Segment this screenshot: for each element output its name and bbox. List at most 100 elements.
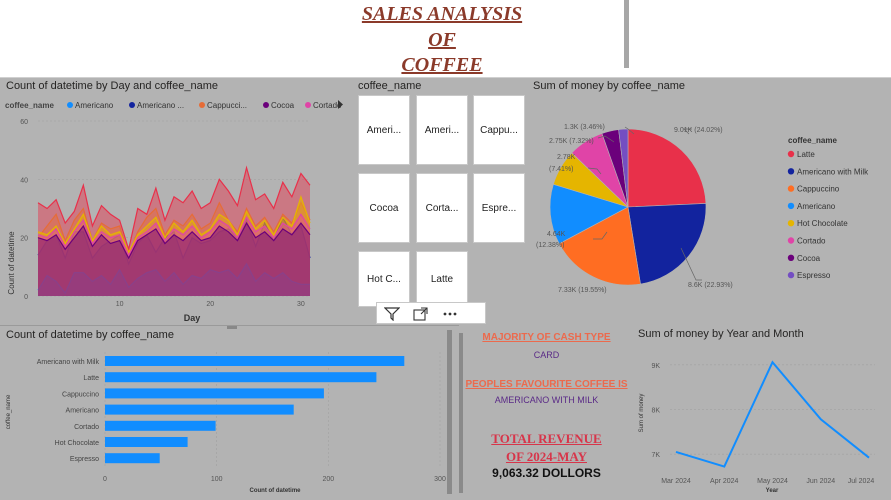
pie-legend-marker — [787, 202, 795, 210]
pie-legend-marker — [787, 185, 795, 192]
pie-legend-item: Cocoa — [797, 254, 821, 263]
area-ytick: 0 — [24, 294, 28, 301]
focus-mode-icon[interactable] — [413, 307, 429, 321]
line-chart[interactable]: 7K 8K 9K Mar 2024 Apr 2024 May 2024 Jun 2024 Ju… — [634, 325, 891, 500]
area-ytick: 20 — [20, 236, 28, 243]
pie-legend-marker — [787, 271, 795, 279]
area-xtick: 30 — [297, 301, 305, 308]
pie-label-latte: 9.01K (24.02%) — [674, 127, 723, 134]
bar-category-label: Americano — [66, 408, 100, 415]
line-ytick: 8K — [651, 408, 660, 415]
line-chart-visual[interactable]: Sum of money by Year and Month 7K 8K 9K Mar… — [634, 325, 891, 500]
report-title-line-1: SALES ANALYSIS — [361, 3, 523, 25]
bar-americano-with-milk — [105, 356, 405, 366]
bar-category-label: Cappuccino — [62, 391, 99, 398]
revenue-heading-line-2: OF 2024-MAY — [505, 449, 587, 464]
bar-scrollbar[interactable] — [447, 330, 452, 494]
pie-legend-item: Hot Chocolate — [797, 219, 848, 228]
report-title-line-3: COFFEE — [401, 54, 483, 76]
bar-xlabel: Count of datetime — [250, 488, 302, 494]
line-xlabel: Year — [766, 488, 779, 494]
bar-chart-visual[interactable]: Count of datetime by coffee_name 0 100 200… — [0, 325, 459, 500]
bar-cortado — [105, 420, 216, 431]
area-legend-item: Cortado — [313, 101, 342, 110]
pie-label-americano-value: 4.64K — [547, 231, 566, 238]
area-legend: Americano Americano ... Cappucci... Cocoa Co… — [67, 101, 342, 110]
bar-xtick: 100 — [211, 476, 223, 483]
line-xtick: May 2024 — [757, 478, 788, 485]
bar-series — [105, 356, 405, 464]
line-ytick: 9K — [651, 363, 660, 370]
favourite-coffee-value: AMERICANO WITH MILK — [494, 395, 599, 405]
pie-slice-americano-with-milk — [627, 203, 707, 285]
more-options-icon[interactable] — [442, 307, 458, 321]
area-legend-marker — [67, 102, 73, 108]
filter-icon[interactable] — [384, 307, 400, 321]
area-legend-marker — [199, 102, 205, 108]
line-series — [675, 360, 870, 468]
bar-xtick: 300 — [434, 476, 446, 483]
pie-legend-marker — [787, 237, 795, 244]
pie-legend-title: coffee_name — [788, 136, 837, 145]
slicer-tile-hot-chocolate[interactable]: Hot C... — [358, 251, 410, 307]
area-legend-item: Americano ... — [137, 101, 184, 110]
slicer-tile-latte[interactable]: Latte — [416, 251, 468, 307]
slicer-tile-americano-with-milk[interactable]: Ameri... — [416, 95, 468, 165]
area-legend-item: Cappucci... — [207, 101, 247, 110]
report-header: SALES ANALYSIS OF COFFEE — [0, 0, 891, 78]
bar-category-label: Hot Chocolate — [55, 440, 99, 447]
bar-ylabel: coffee_name — [6, 394, 12, 429]
cash-type-heading: MAJORITY OF CASH TYPE — [482, 332, 611, 343]
cash-type-value: CARD — [533, 350, 560, 360]
slicer-tile-cortado[interactable]: Corta... — [416, 173, 468, 243]
area-xlabel: Day — [184, 313, 201, 323]
favourite-coffee-heading: PEOPLES FAVOURITE COFFEE IS — [465, 379, 628, 390]
line-xtick: Jul 2024 — [848, 478, 875, 485]
area-ytick: 40 — [20, 177, 28, 184]
pie-legend-item: Latte — [797, 150, 815, 159]
area-chart-visual[interactable]: Count of datetime by Day and coffee_name… — [0, 78, 354, 324]
slicer-tile-americano[interactable]: Ameri... — [358, 95, 410, 165]
slicer-title: coffee_name — [358, 80, 422, 92]
bar-xtick: 200 — [322, 476, 334, 483]
area-chart[interactable]: coffee_name Americano Americano ... Cappuc… — [0, 78, 354, 324]
bar-category-label: Latte — [83, 375, 99, 382]
bar-category-label: Cortado — [74, 424, 99, 431]
pie-chart[interactable]: 9.01K (24.02%) 8.6K (22.93%) 7.33K (19.5… — [529, 78, 891, 324]
pie-label-cortado: 2.75K (7.32%) — [549, 138, 594, 145]
line-path — [675, 360, 870, 468]
bar-americano — [105, 404, 294, 415]
slicer-tile-espresso[interactable]: Espre... — [473, 173, 525, 243]
area-legend-marker — [263, 102, 269, 108]
pie-label-hot-chocolate-value: 2.78K — [557, 154, 576, 161]
pie-label-americano-with-milk: 8.6K (22.93%) — [688, 282, 733, 289]
slicer-tile-cocoa[interactable]: Cocoa — [358, 173, 410, 243]
bar-chart[interactable]: 0 100 200 300 Americano with Milk Latte Cappuc… — [0, 326, 459, 500]
area-legend-marker — [305, 102, 311, 108]
line-xtick: Mar 2024 — [661, 478, 691, 485]
bar-espresso — [105, 453, 160, 464]
pie-legend-marker — [787, 220, 795, 227]
pie-legend-item: Cortado — [797, 237, 826, 246]
bar-category-label: Americano with Milk — [37, 359, 100, 366]
area-legend-marker — [129, 102, 135, 108]
slicer-tile-cappuccino[interactable]: Cappu... — [473, 95, 525, 165]
header-divider — [624, 0, 629, 68]
area-ylabel: Count of datetime — [7, 231, 16, 295]
coffee-slicer[interactable]: coffee_name Ameri... Ameri... Cappu... C… — [354, 78, 529, 324]
pie-slices — [549, 128, 707, 286]
pie-legend: Latte Americano with Milk Cappuccino Americ… — [787, 150, 869, 280]
area-ytick: 60 — [20, 119, 28, 126]
area-xtick: 20 — [206, 301, 214, 308]
pie-label-cappuccino: 7.33K (19.55%) — [558, 287, 607, 294]
pie-chart-visual[interactable]: Sum of money by coffee_name 9.01K (24.02… — [529, 78, 891, 324]
bar-hot-chocolate — [105, 437, 188, 447]
line-xtick: Apr 2024 — [710, 478, 739, 485]
bar-xtick: 0 — [103, 476, 107, 483]
pie-legend-marker — [787, 168, 795, 175]
pie-legend-marker — [787, 150, 795, 158]
line-gridlines — [670, 364, 875, 455]
pie-label-americano-percent: (12.38%) — [536, 242, 564, 249]
report-title-line-2: OF — [428, 29, 456, 51]
area-legend-item: Cocoa — [271, 101, 295, 110]
